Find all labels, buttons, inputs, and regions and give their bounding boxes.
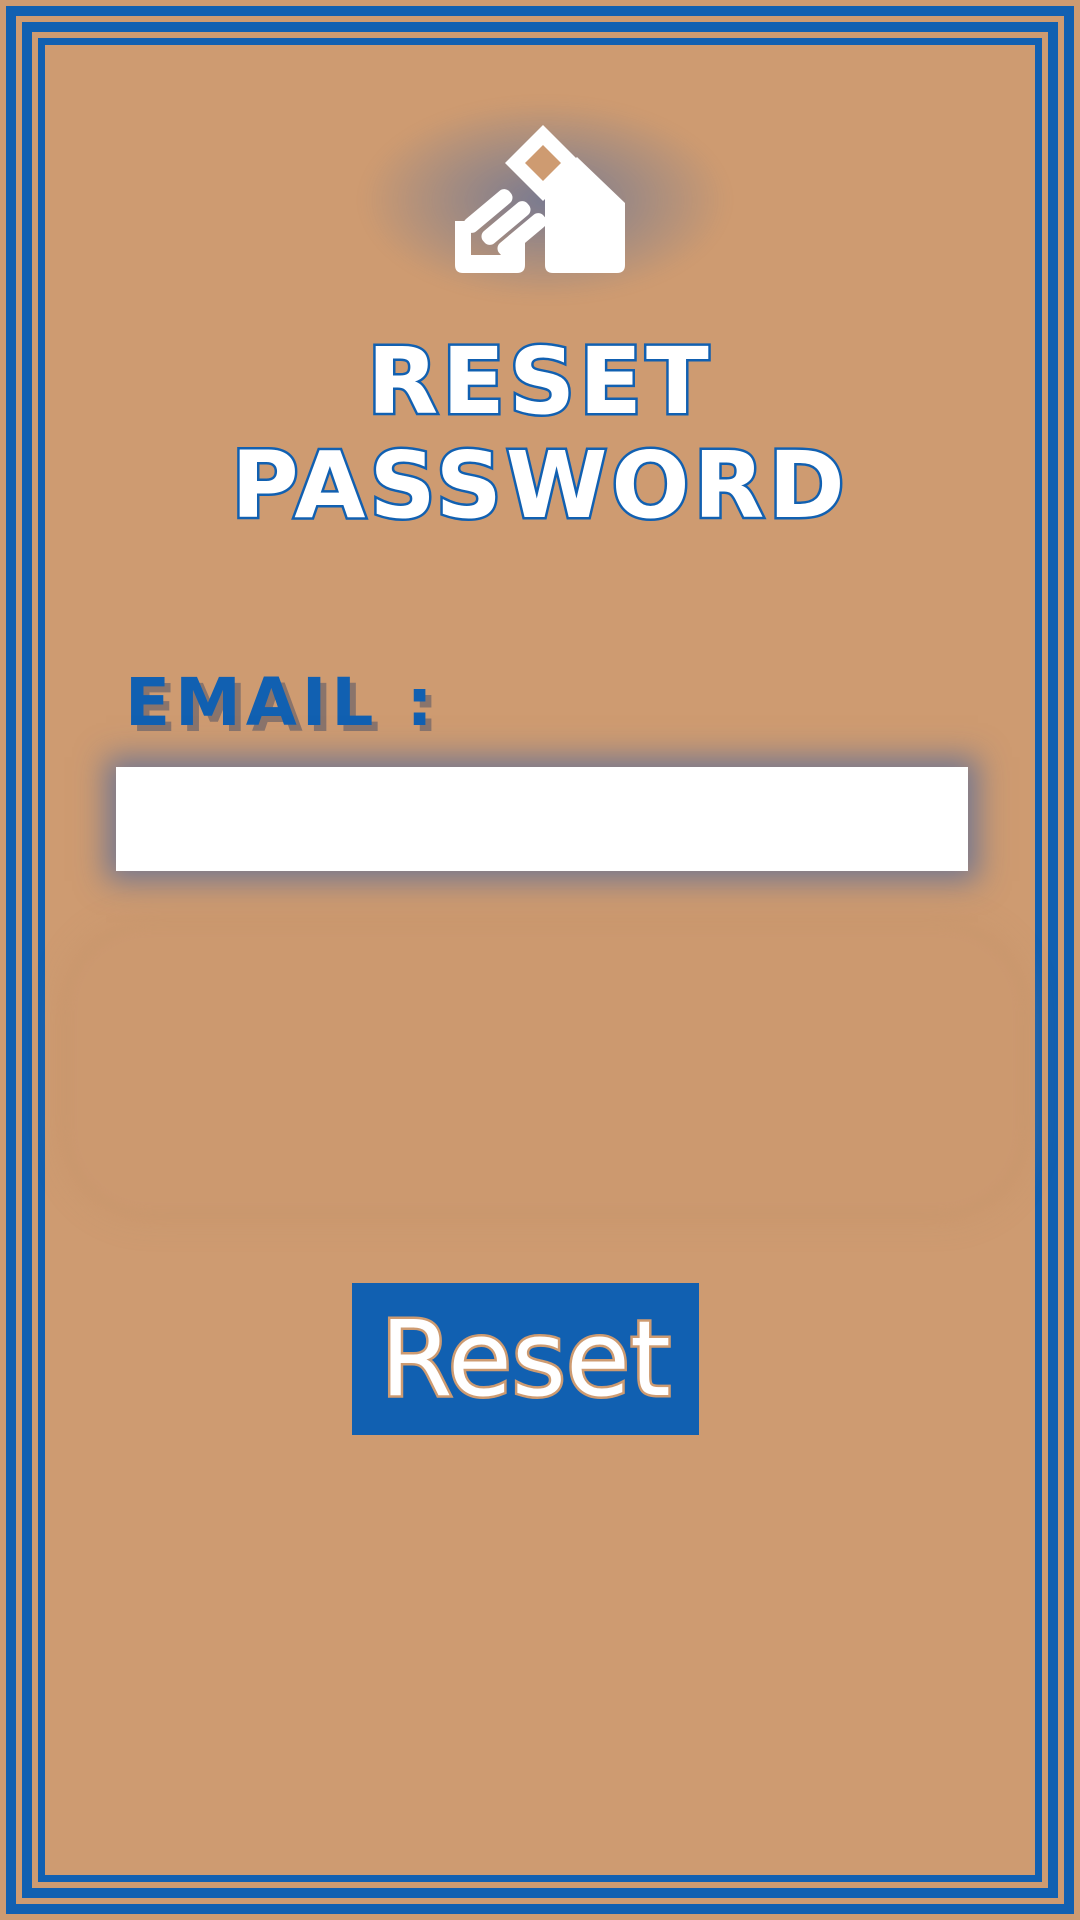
email-label: EMAIL : (125, 664, 438, 741)
page-title: RESET PASSWORD (229, 327, 849, 540)
reset-password-screen: RESET PASSWORD EMAIL : Reset (0, 0, 1080, 1920)
app-logo (360, 100, 730, 300)
house-with-key-logo-icon (455, 125, 625, 273)
email-field[interactable] (116, 767, 968, 871)
reset-button[interactable]: Reset (352, 1283, 699, 1435)
blurred-panel (70, 930, 1020, 1210)
